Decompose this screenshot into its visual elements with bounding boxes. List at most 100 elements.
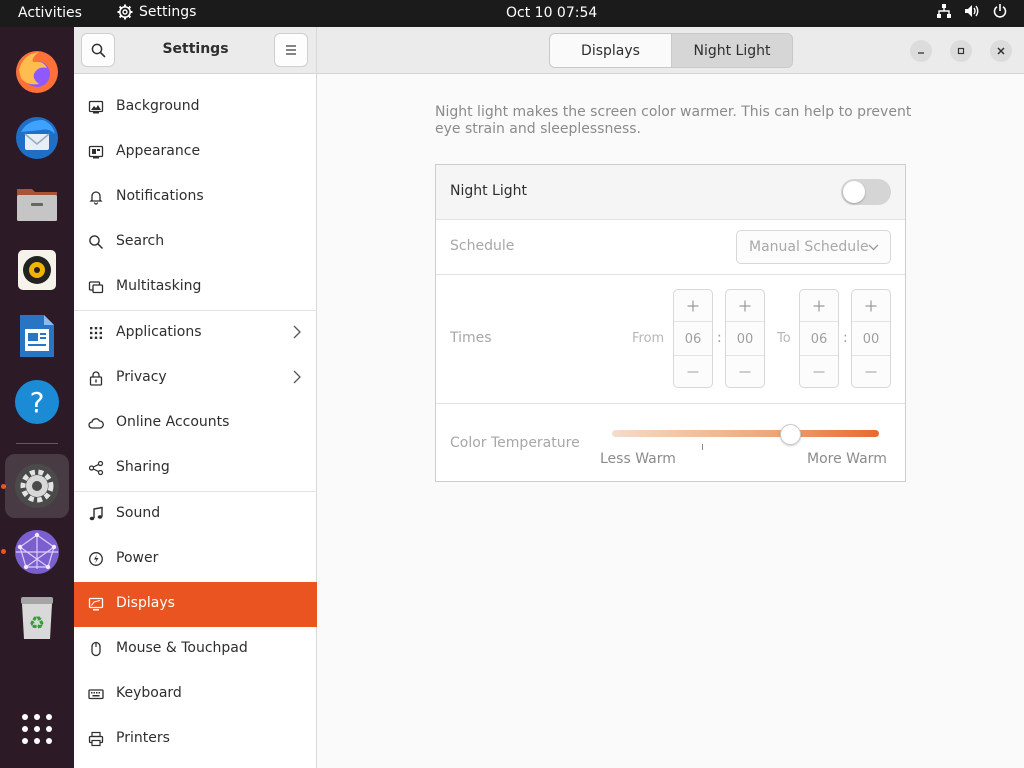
- decrement-button[interactable]: [674, 355, 712, 387]
- sidebar-item-sharing[interactable]: Sharing: [74, 446, 317, 491]
- sidebar-item-mouse-touchpad[interactable]: Mouse & Touchpad: [74, 627, 317, 672]
- night-light-page: Night light makes the screen color warme…: [317, 75, 1024, 768]
- night-light-label: Night Light: [450, 183, 527, 199]
- dock: ? ♻: [0, 27, 74, 768]
- volume-icon: [965, 5, 979, 17]
- dock-help[interactable]: ?: [5, 370, 69, 434]
- sidebar-item-appearance[interactable]: Appearance: [74, 130, 317, 175]
- dock-firefox[interactable]: [5, 40, 69, 104]
- schedule-row: Schedule Manual Schedule: [436, 220, 905, 275]
- settings-icon: [15, 464, 59, 508]
- sidebar-list: Background Appearance Notifications Sear…: [74, 85, 317, 762]
- minus-icon: [687, 370, 699, 373]
- close-icon: [997, 47, 1005, 55]
- view-switcher: Displays Night Light: [549, 33, 793, 68]
- app-grid-icon: [22, 714, 52, 744]
- search-icon: [89, 235, 104, 250]
- dock-show-applications[interactable]: [5, 697, 69, 761]
- color-temperature-slider[interactable]: [612, 430, 879, 437]
- minus-icon: [739, 370, 751, 373]
- decrement-button[interactable]: [852, 355, 890, 387]
- sidebar-item-printers[interactable]: Printers: [74, 717, 317, 762]
- sidebar-item-label: Multitasking: [116, 278, 202, 294]
- sidebar-item-multitasking[interactable]: Multitasking: [74, 265, 317, 310]
- sidebar-item-label: Search: [116, 233, 165, 249]
- sidebar-item-label: Sound: [116, 505, 161, 521]
- minimize-button[interactable]: [910, 40, 932, 62]
- sidebar-item-applications[interactable]: Applications: [74, 311, 317, 356]
- cloud-icon: [88, 418, 104, 429]
- to-hour-value[interactable]: 06: [800, 323, 838, 355]
- from-minute-value[interactable]: 00: [726, 323, 764, 355]
- sidebar-item-sound[interactable]: Sound: [74, 492, 317, 537]
- night-light-panel: Night Light Schedule Manual Schedule Tim…: [435, 164, 906, 482]
- sidebar-item-label: Appearance: [116, 143, 201, 159]
- from-hour-spinner: 06: [673, 289, 713, 388]
- sidebar-item-online-accounts[interactable]: Online Accounts: [74, 401, 317, 446]
- schedule-label: Schedule: [450, 238, 515, 254]
- dock-rhythmbox[interactable]: [5, 238, 69, 302]
- trash-icon: ♻: [21, 597, 53, 639]
- dock-files[interactable]: [5, 172, 69, 236]
- night-light-row: Night Light: [436, 165, 905, 220]
- increment-button[interactable]: [674, 290, 712, 322]
- sidebar-item-label: Printers: [116, 730, 170, 746]
- sidebar-item-displays[interactable]: Displays: [74, 582, 317, 627]
- from-label: From: [632, 331, 665, 346]
- increment-button[interactable]: [852, 290, 890, 322]
- sidebar-item-power[interactable]: Power: [74, 537, 317, 582]
- chevron-right-icon: [293, 370, 301, 384]
- clock[interactable]: Oct 10 07:54: [506, 5, 597, 21]
- tab-night-light[interactable]: Night Light: [671, 34, 792, 67]
- main-menu-button[interactable]: [274, 33, 308, 67]
- from-hour-value[interactable]: 06: [674, 323, 712, 355]
- plus-icon: [739, 300, 751, 311]
- sidebar-item-notifications[interactable]: Notifications: [74, 175, 317, 220]
- background-icon: [88, 100, 104, 114]
- switch-knob: [843, 181, 865, 203]
- dock-thunderbird[interactable]: [5, 106, 69, 170]
- thunderbird-icon: [16, 117, 58, 159]
- tab-displays[interactable]: Displays: [550, 34, 671, 67]
- dock-network-app[interactable]: [5, 520, 69, 584]
- rhythmbox-icon: [18, 250, 56, 290]
- activities-button[interactable]: Activities: [18, 5, 82, 21]
- to-minute-value[interactable]: 00: [852, 323, 890, 355]
- night-light-switch[interactable]: [841, 179, 891, 205]
- sidebar-item-label: Keyboard: [116, 685, 182, 701]
- decrement-button[interactable]: [726, 355, 764, 387]
- dock-trash[interactable]: ♻: [5, 586, 69, 650]
- app-menu[interactable]: Settings: [117, 4, 196, 20]
- increment-button[interactable]: [800, 290, 838, 322]
- hamburger-menu-icon: [286, 45, 296, 55]
- increment-button[interactable]: [726, 290, 764, 322]
- schedule-dropdown[interactable]: Manual Schedule: [736, 230, 891, 264]
- minus-icon: [813, 370, 825, 373]
- maximize-button[interactable]: [950, 40, 972, 62]
- sidebar-item-privacy[interactable]: Privacy: [74, 356, 317, 401]
- firefox-icon: [16, 51, 58, 93]
- time-separator: :: [843, 330, 848, 346]
- sidebar-item-label: Online Accounts: [116, 414, 230, 430]
- sidebar-item-label: Privacy: [116, 369, 167, 385]
- sidebar-item-label: Applications: [116, 324, 202, 340]
- power-icon: [993, 4, 1007, 18]
- sidebar-item-label: Background: [116, 98, 200, 114]
- sidebar-item-label: Mouse & Touchpad: [116, 640, 248, 656]
- decrement-button[interactable]: [800, 355, 838, 387]
- to-minute-spinner: 00: [851, 289, 891, 388]
- close-button[interactable]: [990, 40, 1012, 62]
- mouse-icon: [91, 641, 101, 657]
- dock-settings[interactable]: [5, 454, 69, 518]
- network-icon: [937, 4, 951, 18]
- sidebar-item-label: Displays: [116, 595, 175, 611]
- sidebar-item-background[interactable]: Background: [74, 85, 317, 130]
- slider-handle[interactable]: [780, 424, 801, 445]
- dock-writer[interactable]: [5, 304, 69, 368]
- system-tray[interactable]: [936, 3, 1008, 19]
- to-hour-spinner: 06: [799, 289, 839, 388]
- sidebar-item-keyboard[interactable]: Keyboard: [74, 672, 317, 717]
- sidebar-item-search[interactable]: Search: [74, 220, 317, 265]
- minimize-icon: [918, 52, 924, 54]
- app-menu-label: Settings: [139, 4, 197, 20]
